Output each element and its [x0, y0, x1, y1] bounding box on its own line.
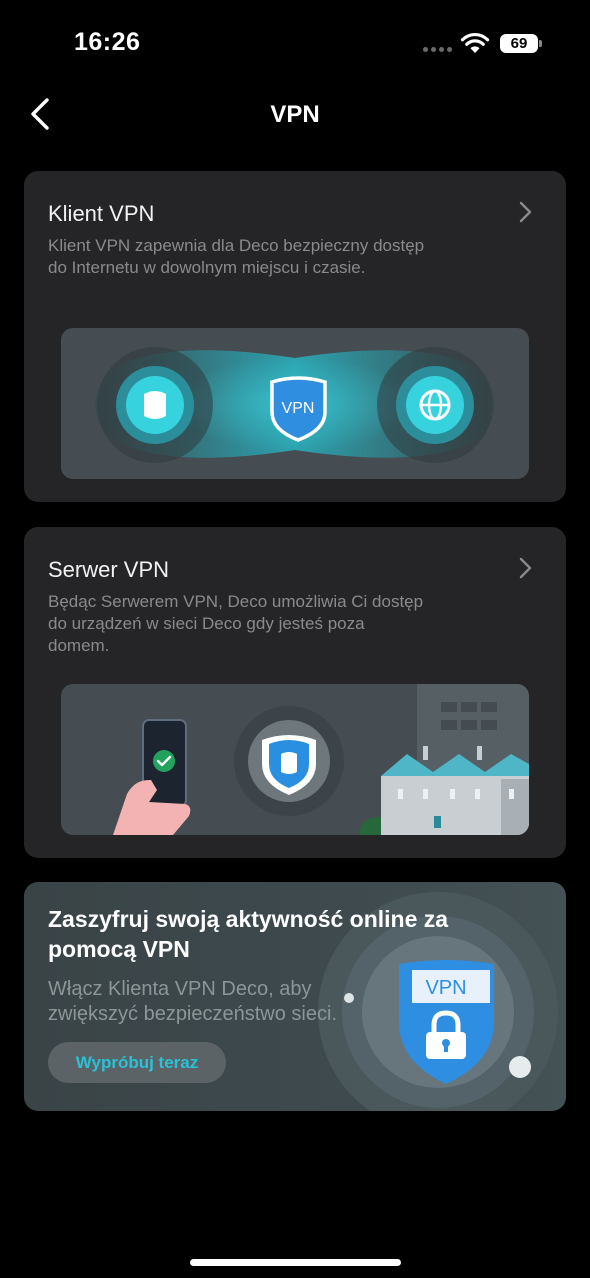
promo-description: Włącz Klienta VPN Deco, aby zwiększyć be…: [48, 978, 337, 1025]
status-time: 16:26: [74, 28, 141, 56]
status-bar: 16:26 69: [0, 0, 590, 80]
page-title: VPN: [270, 101, 320, 128]
try-now-button[interactable]: Wypróbuj teraz: [48, 1042, 226, 1083]
vpn-server-description: Będąc Serwerem VPN, Deco umożliwia Ci do…: [48, 592, 424, 655]
vpn-server-illustration: [61, 684, 529, 835]
vpn-server-card[interactable]: Serwer VPN Będąc Serwerem VPN, Deco umoż…: [24, 527, 566, 858]
promo-title: Zaszyfruj swoją aktywność online za pomo…: [48, 906, 449, 962]
vpn-promo-banner: VPN Zaszyfruj swoją aktywność online za …: [24, 882, 566, 1111]
nav-header: VPN: [0, 90, 590, 138]
chevron-right-icon: [519, 201, 532, 223]
vpn-client-shield-label: VPN: [282, 400, 315, 417]
cellular-signal-icon: [423, 47, 452, 52]
promo-shield-label: VPN: [425, 977, 466, 999]
battery-indicator: 69: [500, 34, 542, 53]
home-indicator[interactable]: [190, 1259, 401, 1266]
chevron-right-icon: [519, 557, 532, 579]
wifi-icon: [460, 32, 490, 53]
vpn-client-illustration: VPN: [61, 328, 529, 479]
vpn-server-title: Serwer VPN: [48, 557, 170, 582]
vpn-client-description: Klient VPN zapewnia dla Deco bezpieczny …: [48, 236, 425, 277]
vpn-client-title: Klient VPN: [48, 201, 155, 226]
vpn-client-card[interactable]: Klient VPN Klient VPN zapewnia dla Deco …: [24, 171, 566, 502]
